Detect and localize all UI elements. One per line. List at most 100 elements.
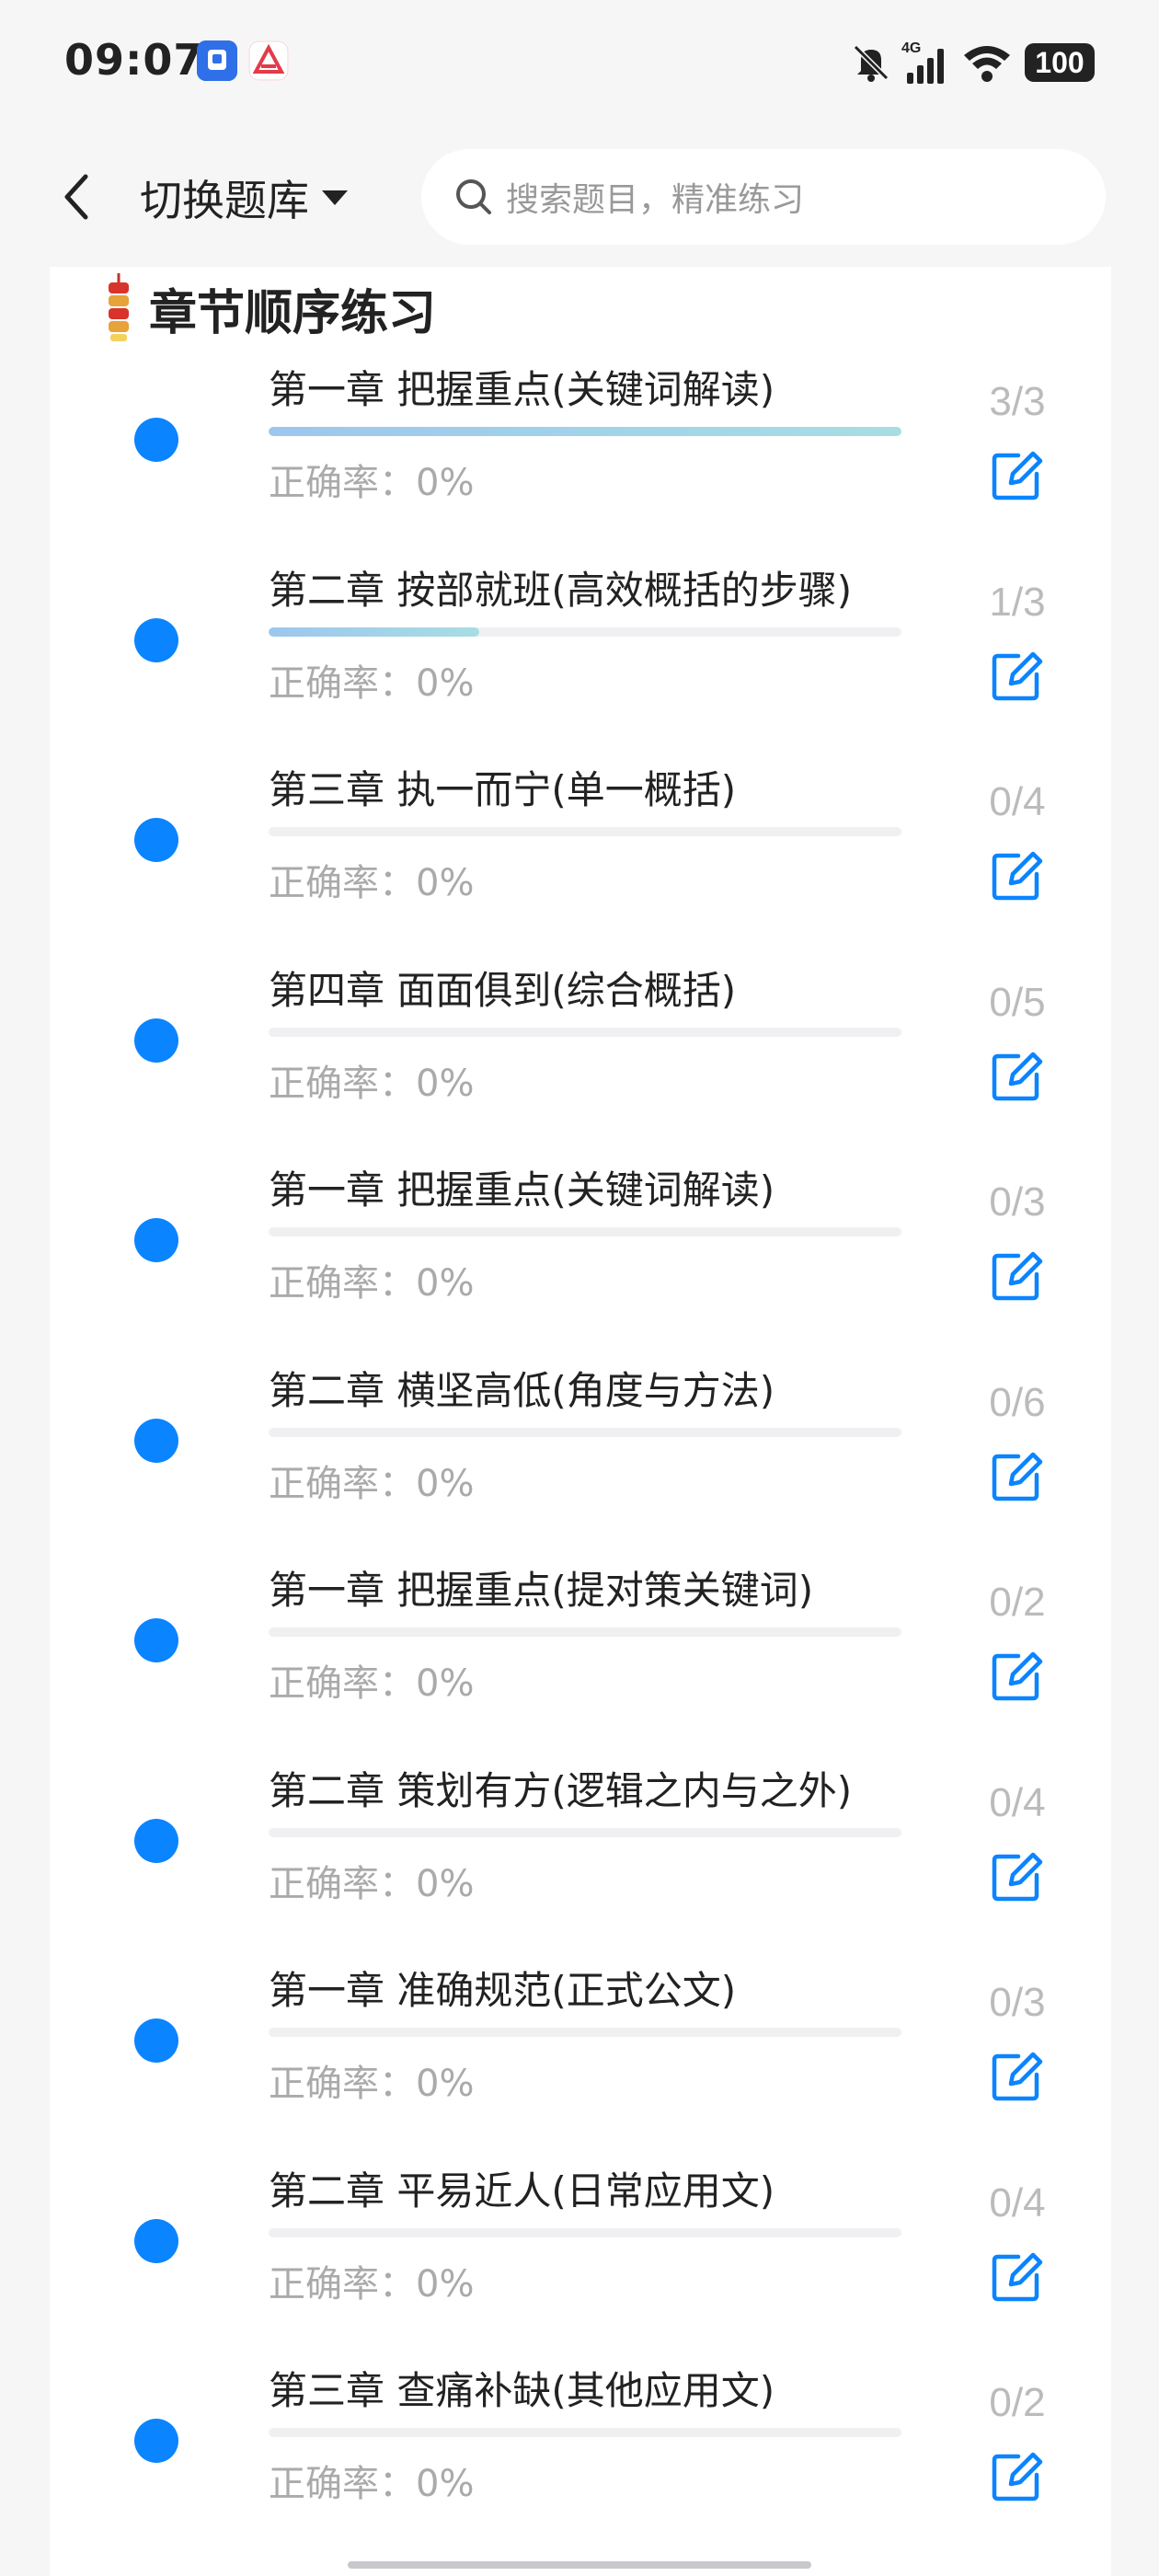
chapter-count: 0/3 (989, 1179, 1046, 1225)
switch-question-bank-button[interactable]: 切换题库 (140, 167, 350, 228)
chapter-progress-fill (269, 427, 901, 436)
edit-icon (992, 451, 1043, 500)
chapter-count: 3/3 (989, 379, 1046, 424)
search-input[interactable]: 搜索题目，精准练习 (421, 149, 1106, 245)
wifi-icon (962, 42, 1012, 83)
chapter-title: 第四章 面面俱到(综合概括) (269, 967, 737, 1013)
chapter-title: 第二章 按部就班(高效概括的步骤) (269, 567, 853, 613)
app-screen: 09:07 4G 100 切换题库 搜索题目，精准练习 章节顺序练习 第一章 把… (0, 0, 1159, 2576)
chapter-count: 0/4 (989, 2179, 1046, 2225)
chapter-item[interactable]: 第三章 执一而宁(单一概括) 正确率：0% 0/4 (50, 759, 1111, 960)
chapter-title: 第二章 横坚高低(角度与方法) (269, 1367, 775, 1413)
chapter-title: 第一章 把握重点(关键词解读) (269, 367, 775, 412)
chapter-item[interactable]: 第三章 查痛补缺(其他应用文) 正确率：0% 0/2 (50, 2360, 1111, 2560)
top-nav-bar: 切换题库 搜索题目，精准练习 (0, 129, 1159, 267)
chapter-progress-bar (269, 2227, 901, 2237)
chapter-title: 第三章 查痛补缺(其他应用文) (269, 2368, 775, 2413)
status-time: 09:07 (64, 35, 204, 85)
chapter-progress-bar (269, 1827, 901, 1837)
chapter-item[interactable]: 第一章 把握重点(提对策关键词) 正确率：0% 0/2 (50, 1559, 1111, 1760)
chapter-count: 0/4 (989, 779, 1046, 824)
chapter-accuracy: 正确率：0% (269, 2063, 475, 2105)
chapter-count: 0/6 (989, 1379, 1046, 1425)
chapter-title: 第二章 平易近人(日常应用文) (269, 2168, 775, 2214)
chapter-item[interactable]: 第一章 把握重点(关键词解读) 正确率：0% 3/3 (50, 359, 1111, 559)
practice-button[interactable] (981, 1639, 1054, 1712)
chapter-progress-bar (269, 627, 901, 637)
edit-icon (992, 651, 1043, 700)
edit-icon (992, 851, 1043, 901)
chapter-progress-bar (269, 1427, 901, 1437)
chapter-bullet (134, 1818, 178, 1863)
status-icons: 4G 100 (850, 37, 1095, 88)
chapter-item[interactable]: 第二章 平易近人(日常应用文) 正确率：0% 0/4 (50, 2160, 1111, 2361)
edit-icon (992, 1852, 1043, 1901)
chapter-title: 第三章 执一而宁(单一概括) (269, 767, 737, 812)
practice-button[interactable] (981, 438, 1054, 512)
battery-indicator: 100 (1025, 43, 1095, 82)
chapter-bullet (134, 617, 178, 662)
practice-button[interactable] (981, 1839, 1054, 1913)
chapter-count: 0/2 (989, 2380, 1046, 2425)
chapter-bullet (134, 1418, 178, 1463)
section-header: 章节顺序练习 (101, 267, 436, 350)
chapter-item[interactable]: 第二章 横坚高低(角度与方法) 正确率：0% 0/6 (50, 1360, 1111, 1560)
chapter-item[interactable]: 第四章 面面俱到(综合概括) 正确率：0% 0/5 (50, 960, 1111, 1160)
chapter-count: 0/2 (989, 1580, 1046, 1625)
chapter-title: 第一章 把握重点(关键词解读) (269, 1167, 775, 1213)
edit-icon (992, 2452, 1043, 2501)
chapter-bullet (134, 418, 178, 462)
app-notification-icon-2 (248, 40, 289, 81)
chapter-item[interactable]: 第一章 准确规范(正式公文) 正确率：0% 0/3 (50, 1960, 1111, 2160)
chapter-item[interactable]: 第一章 把握重点(关键词解读) 正确率：0% 0/3 (50, 1159, 1111, 1360)
chevron-left-icon (64, 174, 88, 220)
practice-button[interactable] (981, 1439, 1054, 1512)
edit-icon (992, 1052, 1043, 1100)
edit-icon (992, 1651, 1043, 1701)
chapter-accuracy: 正确率：0% (269, 1462, 475, 1505)
edit-icon (992, 2252, 1043, 2301)
firecracker-icon (109, 273, 129, 341)
chapter-accuracy: 正确率：0% (269, 1062, 475, 1105)
edit-icon (992, 1251, 1043, 1301)
network-type: 4G (901, 40, 921, 56)
practice-button[interactable] (981, 2439, 1054, 2513)
search-icon (456, 179, 491, 214)
practice-button[interactable] (981, 638, 1054, 712)
chapter-bullet (134, 2419, 178, 2463)
chapter-count: 0/4 (989, 1779, 1046, 1825)
chapter-accuracy: 正确率：0% (269, 862, 475, 904)
chapter-accuracy: 正确率：0% (269, 462, 475, 504)
chapter-accuracy: 正确率：0% (269, 2262, 475, 2306)
back-button[interactable] (48, 164, 103, 230)
chapter-count: 0/3 (989, 1980, 1046, 2025)
search-placeholder: 搜索题目，精准练习 (506, 181, 805, 219)
chapter-title: 第一章 把握重点(提对策关键词) (269, 1568, 814, 1613)
chapter-item[interactable]: 第二章 按部就班(高效概括的步骤) 正确率：0% 1/3 (50, 559, 1111, 760)
practice-button[interactable] (981, 2239, 1054, 2313)
chapter-count: 1/3 (989, 579, 1046, 625)
chapter-bullet (134, 2218, 178, 2263)
chapter-accuracy: 正确率：0% (269, 1662, 475, 1705)
chapter-bullet (134, 818, 178, 862)
chapter-progress-bar (269, 1627, 901, 1637)
chapter-bullet (134, 1218, 178, 1262)
chapter-progress-bar (269, 2028, 901, 2037)
practice-button[interactable] (981, 838, 1054, 912)
home-indicator[interactable] (348, 2561, 811, 2569)
chapter-title: 第二章 策划有方(逻辑之内与之外) (269, 1767, 853, 1813)
edit-icon (992, 2052, 1043, 2101)
chapter-accuracy: 正确率：0% (269, 1262, 475, 1305)
chapter-accuracy: 正确率：0% (269, 1862, 475, 1905)
practice-button[interactable] (981, 2039, 1054, 2112)
caret-down-icon (322, 190, 348, 205)
chapter-progress-bar (269, 1227, 901, 1236)
app-notification-icon (197, 40, 237, 81)
chapter-progress-bar (269, 1027, 901, 1037)
chapter-bullet (134, 1018, 178, 1063)
signal-icon: 4G (901, 40, 953, 86)
chapter-item[interactable]: 第二章 策划有方(逻辑之内与之外) 正确率：0% 0/4 (50, 1760, 1111, 1961)
practice-button[interactable] (981, 1039, 1054, 1112)
switch-bank-label: 切换题库 (140, 176, 309, 225)
practice-button[interactable] (981, 1238, 1054, 1312)
